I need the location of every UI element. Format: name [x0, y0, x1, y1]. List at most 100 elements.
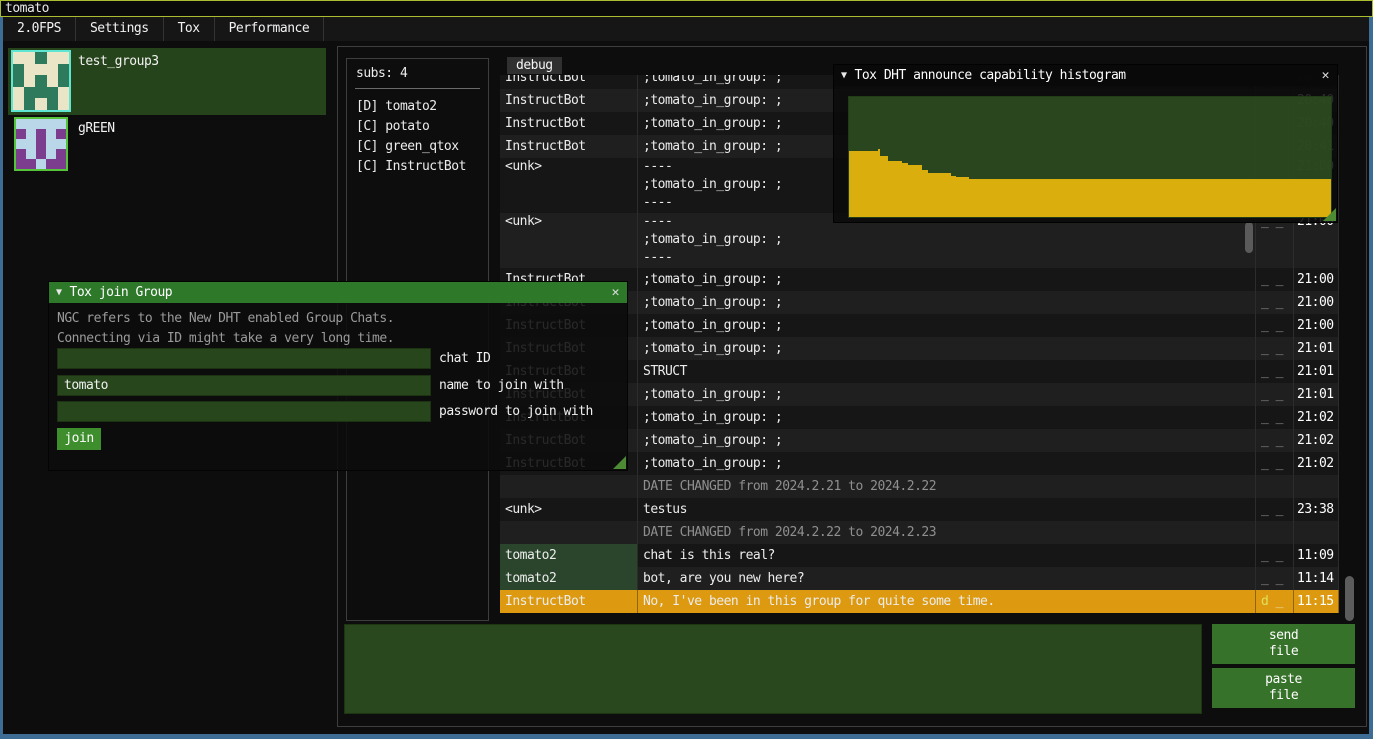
chat-id-input[interactable] — [57, 348, 431, 369]
histogram-bar — [969, 179, 1331, 217]
indicator-cell: _ _ — [1256, 406, 1294, 429]
message-cell: chat is this real? — [638, 544, 1256, 567]
join-button[interactable]: join — [57, 428, 101, 450]
window-border-bottom — [0, 734, 1373, 739]
subs-count: subs: 4 — [356, 66, 407, 81]
chat-row: tomato2bot, are you new here?_ _11:14 — [500, 567, 1339, 590]
indicator-cell: _ _ — [1256, 337, 1294, 360]
name-input[interactable] — [58, 376, 430, 395]
window-title: tomato — [5, 1, 49, 16]
app-window: tomato 2.0FPSSettingsToxPerformance test… — [0, 0, 1373, 739]
time-cell: 23:38 — [1294, 498, 1339, 521]
time-cell: 21:01 — [1294, 360, 1339, 383]
chat-scrollbar-thumb[interactable] — [1345, 576, 1354, 621]
paste-file-button[interactable]: paste file — [1212, 668, 1355, 708]
name-cell: <unk> — [500, 498, 638, 521]
histogram-bar — [888, 161, 902, 217]
indicator-cell — [1256, 521, 1294, 544]
name-cell: InstructBot — [500, 89, 638, 112]
subs-member: [C] InstructBot — [356, 157, 486, 177]
message-cell: ;tomato_in_group: ; — [638, 337, 1256, 360]
chat-row: DATE CHANGED from 2024.2.22 to 2024.2.23 — [500, 521, 1339, 544]
time-cell: 21:02 — [1294, 429, 1339, 452]
indicator-cell: _ _ — [1256, 452, 1294, 475]
close-icon[interactable]: ✕ — [1322, 68, 1329, 83]
resize-grip[interactable] — [1323, 208, 1336, 221]
histogram-window-titlebar[interactable]: ▼ Tox DHT announce capability histogram … — [834, 65, 1337, 86]
window-titlebar[interactable]: tomato — [0, 0, 1373, 17]
chat-id-input[interactable] — [58, 349, 430, 368]
join-window-title: Tox join Group — [70, 285, 612, 300]
histogram-bar — [928, 173, 951, 217]
group-avatar — [14, 117, 68, 171]
resize-grip[interactable] — [613, 456, 626, 469]
message-cell: testus — [638, 498, 1256, 521]
indicator-cell: _ _ — [1256, 291, 1294, 314]
join-help-text: NGC refers to the New DHT enabled Group … — [57, 309, 394, 349]
chat-scrollbar[interactable] — [1344, 75, 1355, 623]
join-window-titlebar[interactable]: ▼ Tox join Group ✕ — [49, 282, 627, 303]
name-cell — [500, 475, 638, 498]
time-cell: 21:01 — [1294, 383, 1339, 406]
collapse-arrow-icon[interactable]: ▼ — [841, 70, 847, 81]
sidebar-item-gREEN[interactable]: gREEN — [8, 115, 326, 173]
menu-item-tox[interactable]: Tox — [164, 17, 215, 41]
tab-debug[interactable]: debug — [507, 57, 562, 74]
close-icon[interactable]: ✕ — [612, 285, 619, 300]
message-cell: ;tomato_in_group: ; — [638, 452, 1256, 475]
indicator-cell — [1256, 475, 1294, 498]
name-cell: InstructBot — [500, 75, 638, 89]
subs-member: [C] green_qtox — [356, 137, 486, 157]
message-cell: bot, are you new here? — [638, 567, 1256, 590]
name-cell: <unk> — [500, 158, 638, 213]
group-avatar — [11, 50, 71, 112]
histogram-plot — [848, 96, 1332, 218]
time-cell: 11:14 — [1294, 567, 1339, 590]
sidebar-item-test_group3[interactable]: test_group3 — [8, 48, 326, 115]
name-cell: InstructBot — [500, 135, 638, 158]
name-cell: tomato2 — [500, 567, 638, 590]
field-label: password to join with — [439, 401, 593, 422]
message-input[interactable] — [344, 624, 1202, 714]
indicator-cell: _ _ — [1256, 544, 1294, 567]
chat-row: DATE CHANGED from 2024.2.21 to 2024.2.22 — [500, 475, 1339, 498]
indicator-cell: _ _ — [1256, 498, 1294, 521]
time-cell — [1294, 475, 1339, 498]
password-input[interactable] — [57, 401, 431, 422]
subs-member: [C] potato — [356, 117, 486, 137]
name-cell: tomato2 — [500, 544, 638, 567]
group-name: gREEN — [78, 121, 115, 136]
histogram-bar — [849, 151, 878, 217]
menu-item-performance[interactable]: Performance — [215, 17, 325, 41]
window-border-right — [1369, 17, 1373, 739]
histogram-bar — [956, 177, 969, 217]
message-cell: ;tomato_in_group: ; — [638, 406, 1256, 429]
join-group-window: ▼ Tox join Group ✕ NGC refers to the New… — [48, 281, 628, 471]
message-cell-scrollbar[interactable] — [1245, 222, 1253, 253]
name-cell — [500, 521, 638, 544]
collapse-arrow-icon[interactable]: ▼ — [56, 287, 62, 298]
name-cell: InstructBot — [500, 112, 638, 135]
indicator-cell: _ _ — [1256, 268, 1294, 291]
subs-member-list: [D] tomato2[C] potato[C] green_qtox[C] I… — [356, 97, 486, 177]
indicator-cell: _ _ — [1256, 429, 1294, 452]
chat-row: <unk>testus_ _23:38 — [500, 498, 1339, 521]
name-input[interactable] — [57, 375, 431, 396]
field-label: name to join with — [439, 375, 564, 396]
window-border-left — [0, 17, 3, 739]
time-cell: 11:09 — [1294, 544, 1339, 567]
time-cell: 21:00 — [1294, 314, 1339, 337]
time-cell: 21:02 — [1294, 452, 1339, 475]
subs-member: [D] tomato2 — [356, 97, 486, 117]
menu-item-settings[interactable]: Settings — [76, 17, 164, 41]
send-file-button[interactable]: send file — [1212, 624, 1355, 664]
indicator-cell: _ _ — [1256, 360, 1294, 383]
message-cell: DATE CHANGED from 2024.2.22 to 2024.2.23 — [638, 521, 1256, 544]
menu-item-2-0fps[interactable]: 2.0FPS — [3, 17, 76, 41]
time-cell: 21:02 — [1294, 406, 1339, 429]
time-cell: 11:15 — [1294, 590, 1339, 613]
password-input[interactable] — [58, 402, 430, 421]
time-cell: 21:01 — [1294, 337, 1339, 360]
message-cell: ;tomato_in_group: ; — [638, 268, 1256, 291]
message-cell: ;tomato_in_group: ; — [638, 383, 1256, 406]
